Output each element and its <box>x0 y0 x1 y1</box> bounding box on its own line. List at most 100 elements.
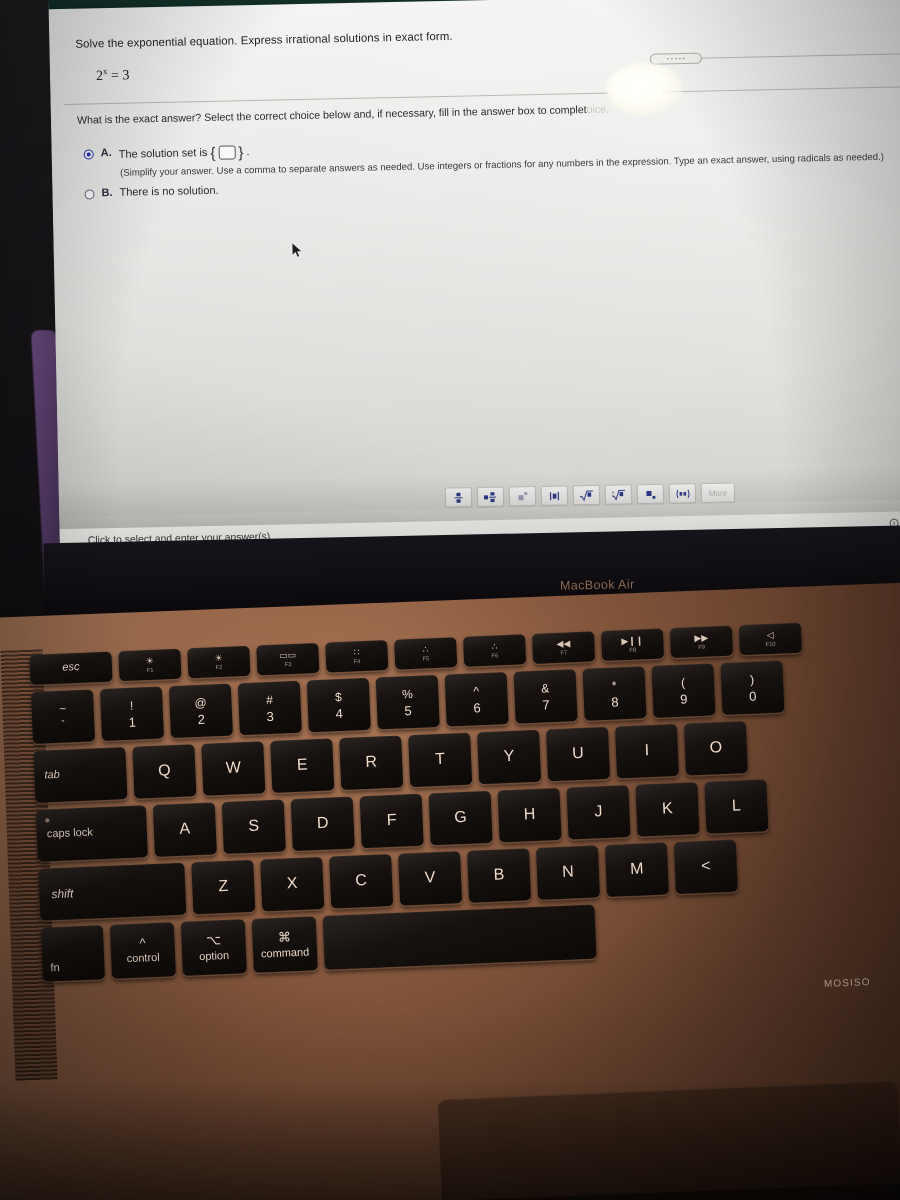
nth-root-icon[interactable]: n <box>604 484 633 505</box>
key-f2-brightness-up[interactable]: ☀ F2 <box>187 645 251 679</box>
key-e[interactable]: E <box>270 738 335 793</box>
key-2[interactable]: @2 <box>168 683 233 739</box>
key-5[interactable]: % 5 <box>375 674 440 730</box>
key-i[interactable]: I <box>614 723 680 779</box>
key-l[interactable]: L <box>704 779 769 834</box>
exponent-icon[interactable] <box>508 485 537 507</box>
radio-choice-a[interactable] <box>83 149 94 160</box>
key-t[interactable]: T <box>408 732 473 788</box>
subscript-icon[interactable] <box>636 483 665 505</box>
choice-b-letter: B. <box>101 186 113 199</box>
key-b[interactable]: B <box>466 848 532 903</box>
key-f1-brightness-down[interactable]: ☀ F1 <box>118 648 182 682</box>
key-tab[interactable]: tab <box>33 747 128 803</box>
key-r[interactable]: R <box>339 735 404 791</box>
key-f8-play-pause[interactable]: ▶❙❙ F8 <box>600 628 665 662</box>
command-icon: ⌘ <box>277 929 292 945</box>
choice-a-period: . <box>246 146 250 159</box>
absolute-value-icon[interactable] <box>540 485 569 506</box>
mixed-number-icon[interactable] <box>476 486 505 508</box>
key-comma[interactable]: < <box>673 839 738 895</box>
key-j[interactable]: J <box>566 785 631 840</box>
key-f9-fast-forward[interactable]: ▶▶ F9 <box>669 625 734 659</box>
right-brace: } <box>238 143 244 161</box>
key-6[interactable]: ^ 6 <box>444 672 509 727</box>
key-space[interactable] <box>322 904 597 970</box>
key-command[interactable]: ⌘ command <box>251 916 318 973</box>
section-divider <box>64 85 900 105</box>
key-0[interactable]: ) 0 <box>720 660 785 716</box>
question-text-before: What is the exact answer? Select the cor… <box>76 104 587 127</box>
play-pause-icon: ▶❙❙ <box>621 635 644 647</box>
key-g[interactable]: G <box>428 790 493 846</box>
key-u[interactable]: U <box>545 726 611 782</box>
square-root-icon[interactable] <box>572 484 601 506</box>
equation-rhs: = 3 <box>110 68 130 84</box>
keyboard-backlight-down-icon: ∴ <box>422 644 429 655</box>
trackpad[interactable] <box>437 1080 900 1200</box>
laptop-screen: Solve the exponential equation. Express … <box>48 0 900 554</box>
key-w[interactable]: W <box>201 741 266 796</box>
key-4[interactable]: $4 <box>306 677 371 733</box>
key-7[interactable]: & 7 <box>513 669 578 724</box>
key-f3-mission-control[interactable]: ▭▭ F3 <box>256 642 320 676</box>
key-f[interactable]: F <box>359 793 424 849</box>
key-caps-lock[interactable]: caps lock <box>35 805 148 862</box>
launchpad-icon: ∷ <box>353 647 360 658</box>
handle-dot <box>666 58 669 60</box>
key-o[interactable]: O <box>683 721 748 776</box>
key-fn[interactable]: fn <box>40 925 106 982</box>
key-8[interactable]: * 8 <box>582 666 647 721</box>
key-k[interactable]: K <box>635 782 700 837</box>
fraction-icon[interactable] <box>444 487 473 508</box>
key-c[interactable]: C <box>329 854 394 909</box>
dialog-drag-handle[interactable] <box>649 52 702 65</box>
key-n[interactable]: N <box>535 845 601 900</box>
key-f6-backlight-up[interactable]: ∴ F6 <box>463 634 527 667</box>
keyboard-backlight-up-icon: ∴ <box>491 641 498 652</box>
option-icon: ⌥ <box>205 931 222 948</box>
key-esc[interactable]: esc <box>29 651 113 685</box>
key-m[interactable]: M <box>604 842 669 898</box>
key-f5-backlight-down[interactable]: ∴ F5 <box>394 637 458 670</box>
choice-a-letter: A. <box>100 146 112 160</box>
equation: 2x = 3 <box>96 49 900 85</box>
answer-input-box[interactable] <box>218 145 236 160</box>
key-f10-mute[interactable]: ◁ F10 <box>738 622 802 656</box>
key-shift-left[interactable]: shift <box>38 862 187 921</box>
choice-b-label: There is no solution. <box>119 184 219 199</box>
handle-dot <box>670 57 673 60</box>
key-9[interactable]: (9 <box>651 663 716 718</box>
homework-page: Solve the exponential equation. Express … <box>48 0 900 554</box>
key-control[interactable]: ^ control <box>109 922 176 979</box>
key-x[interactable]: X <box>260 856 325 912</box>
key-3[interactable]: #3 <box>237 680 302 736</box>
problem-prompt: Solve the exponential equation. Express … <box>75 30 453 51</box>
key-v[interactable]: V <box>398 851 463 906</box>
handle-dot <box>683 57 685 60</box>
key-f7-rewind[interactable]: ◀◀ F7 <box>531 631 596 664</box>
key-tilde[interactable]: ~ ` <box>30 689 96 744</box>
left-brace: { <box>210 144 216 162</box>
macbook-air-brand-label: MacBook Air <box>559 577 635 593</box>
fast-forward-icon: ▶▶ <box>694 632 709 644</box>
key-d[interactable]: D <box>290 796 355 852</box>
more-button[interactable]: More <box>700 482 736 504</box>
key-h[interactable]: H <box>497 787 562 843</box>
mission-control-icon: ▭▭ <box>278 649 297 661</box>
key-f4-launchpad[interactable]: ∷ F4 <box>325 639 389 673</box>
answer-choices: A. The solution set is { } . (Simplify y… <box>83 130 885 205</box>
key-q[interactable]: Q <box>132 744 197 799</box>
question-text: What is the exact answer? Select the cor… <box>77 104 609 127</box>
key-y[interactable]: Y <box>477 729 542 785</box>
key-s[interactable]: S <box>221 799 286 855</box>
keyboard[interactable]: esc ☀ F1 ☀ F2 ▭▭ F3 ∷ F4 ∴ F5 ∴ F6 ◀◀ F7 ▶❙❙ F8 … <box>29 617 900 988</box>
key-a[interactable]: A <box>152 802 217 857</box>
choice-a-label: The solution set is <box>118 146 208 161</box>
radio-choice-b[interactable] <box>84 188 95 200</box>
key-z[interactable]: Z <box>191 859 256 915</box>
key-option[interactable]: ⌥ option <box>180 919 247 976</box>
interval-notation-icon[interactable] <box>668 483 697 504</box>
key-1[interactable]: ! 1 <box>99 686 165 742</box>
question-text-after: oice. <box>586 103 610 117</box>
